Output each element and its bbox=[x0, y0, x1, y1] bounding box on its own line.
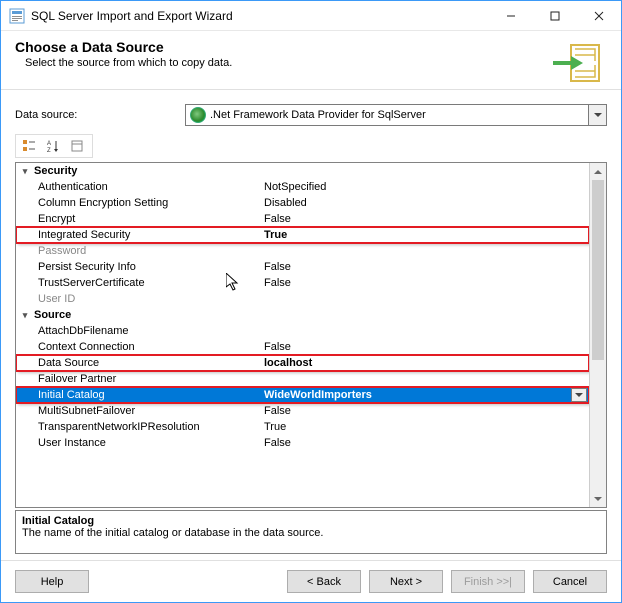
scrollbar[interactable] bbox=[589, 163, 606, 507]
property-value[interactable]: False bbox=[260, 261, 589, 273]
expand-icon: ▾ bbox=[16, 310, 34, 321]
footer: Help < Back Next > Finish >>| Cancel bbox=[1, 560, 621, 602]
property-name: Initial Catalog bbox=[16, 389, 260, 401]
wizard-glyph-icon bbox=[553, 43, 603, 83]
description-panel: Initial Catalog The name of the initial … bbox=[15, 510, 607, 554]
scroll-thumb[interactable] bbox=[592, 180, 604, 360]
svg-text:Z: Z bbox=[47, 148, 51, 153]
property-row[interactable]: Password bbox=[16, 243, 589, 259]
property-row[interactable]: Column Encryption SettingDisabled bbox=[16, 195, 589, 211]
category-name: Security bbox=[34, 165, 278, 177]
page-subtitle: Select the source from which to copy dat… bbox=[25, 57, 553, 69]
svg-text:A: A bbox=[47, 141, 51, 147]
property-row[interactable]: MultiSubnetFailoverFalse bbox=[16, 403, 589, 419]
property-row[interactable]: AuthenticationNotSpecified bbox=[16, 179, 589, 195]
property-value[interactable]: False bbox=[260, 213, 589, 225]
chevron-down-icon[interactable] bbox=[571, 388, 587, 402]
property-name: Failover Partner bbox=[16, 373, 260, 385]
next-button[interactable]: Next > bbox=[369, 570, 443, 593]
property-row[interactable]: EncryptFalse bbox=[16, 211, 589, 227]
help-button[interactable]: Help bbox=[15, 570, 89, 593]
property-value[interactable]: NotSpecified bbox=[260, 181, 589, 193]
data-source-value: .Net Framework Data Provider for SqlServ… bbox=[210, 109, 426, 121]
maximize-button[interactable] bbox=[533, 1, 577, 30]
titlebar: SQL Server Import and Export Wizard bbox=[1, 1, 621, 31]
property-value[interactable]: False bbox=[260, 277, 589, 289]
scroll-down-icon[interactable] bbox=[590, 490, 606, 507]
property-name: Data Source bbox=[16, 357, 260, 369]
property-name: Column Encryption Setting bbox=[16, 197, 260, 209]
property-row[interactable]: Failover Partner bbox=[16, 371, 589, 387]
property-pages-button[interactable] bbox=[66, 136, 88, 156]
property-name: Integrated Security bbox=[16, 229, 260, 241]
property-grid-toolbar: AZ bbox=[15, 134, 93, 158]
scroll-up-icon[interactable] bbox=[590, 163, 606, 180]
property-row[interactable]: AttachDbFilename bbox=[16, 323, 589, 339]
data-source-combo[interactable]: .Net Framework Data Provider for SqlServ… bbox=[185, 104, 607, 126]
chevron-down-icon bbox=[588, 105, 606, 125]
expand-icon: ▾ bbox=[16, 166, 34, 177]
property-value[interactable]: False bbox=[260, 341, 589, 353]
body: Data source: .Net Framework Data Provide… bbox=[1, 90, 621, 560]
property-name: Persist Security Info bbox=[16, 261, 260, 273]
property-name: User ID bbox=[16, 293, 260, 305]
property-name: Encrypt bbox=[16, 213, 260, 225]
category-name: Source bbox=[34, 309, 278, 321]
data-source-row: Data source: .Net Framework Data Provide… bbox=[15, 104, 607, 126]
category-row[interactable]: ▾Source bbox=[16, 307, 589, 323]
wizard-window: SQL Server Import and Export Wizard Choo… bbox=[0, 0, 622, 603]
description-text: The name of the initial catalog or datab… bbox=[22, 527, 600, 539]
category-row[interactable]: ▾Security bbox=[16, 163, 589, 179]
description-title: Initial Catalog bbox=[22, 515, 600, 527]
close-button[interactable] bbox=[577, 1, 621, 30]
property-value[interactable]: True bbox=[260, 229, 589, 241]
property-row[interactable]: TransparentNetworkIPResolutionTrue bbox=[16, 419, 589, 435]
back-button[interactable]: < Back bbox=[287, 570, 361, 593]
property-row[interactable]: Initial CatalogWideWorldImporters bbox=[16, 387, 589, 403]
property-name: TransparentNetworkIPResolution bbox=[16, 421, 260, 433]
property-value[interactable]: Disabled bbox=[260, 197, 589, 209]
property-name: User Instance bbox=[16, 437, 260, 449]
property-row[interactable]: Context ConnectionFalse bbox=[16, 339, 589, 355]
property-row[interactable]: User ID bbox=[16, 291, 589, 307]
property-grid[interactable]: ▾SecurityAuthenticationNotSpecifiedColum… bbox=[15, 162, 607, 508]
page-header: Choose a Data Source Select the source f… bbox=[1, 31, 621, 90]
property-value[interactable]: False bbox=[260, 405, 589, 417]
property-row[interactable]: Data Sourcelocalhost bbox=[16, 355, 589, 371]
page-title: Choose a Data Source bbox=[15, 39, 553, 55]
property-name: Authentication bbox=[16, 181, 260, 193]
window-title: SQL Server Import and Export Wizard bbox=[31, 9, 489, 23]
categorized-button[interactable] bbox=[18, 136, 40, 156]
property-value[interactable]: False bbox=[260, 437, 589, 449]
property-name: Context Connection bbox=[16, 341, 260, 353]
cancel-button[interactable]: Cancel bbox=[533, 570, 607, 593]
minimize-button[interactable] bbox=[489, 1, 533, 30]
property-name: Password bbox=[16, 245, 260, 257]
provider-icon bbox=[190, 107, 206, 123]
data-source-label: Data source: bbox=[15, 109, 185, 121]
property-value[interactable]: True bbox=[260, 421, 589, 433]
alphabetical-button[interactable]: AZ bbox=[42, 136, 64, 156]
property-row[interactable]: Integrated SecurityTrue bbox=[16, 227, 589, 243]
property-row[interactable]: Persist Security InfoFalse bbox=[16, 259, 589, 275]
property-name: AttachDbFilename bbox=[16, 325, 260, 337]
property-name: TrustServerCertificate bbox=[16, 277, 260, 289]
finish-button[interactable]: Finish >>| bbox=[451, 570, 525, 593]
property-name: MultiSubnetFailover bbox=[16, 405, 260, 417]
property-value[interactable]: WideWorldImporters bbox=[260, 388, 589, 402]
property-value[interactable]: localhost bbox=[260, 357, 589, 369]
app-icon bbox=[9, 8, 25, 24]
property-row[interactable]: TrustServerCertificateFalse bbox=[16, 275, 589, 291]
property-row[interactable]: User InstanceFalse bbox=[16, 435, 589, 451]
